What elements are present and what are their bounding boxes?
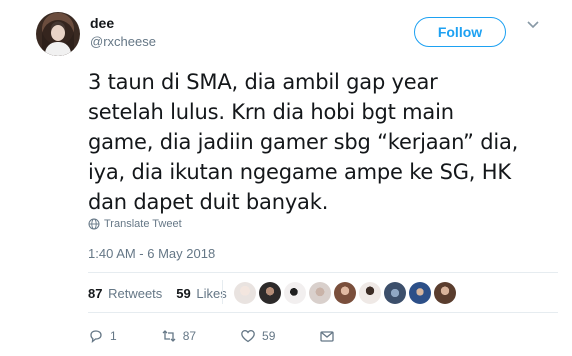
tweet-stats: 87 Retweets 59 Likes bbox=[88, 286, 227, 301]
liker-avatars bbox=[234, 282, 456, 304]
divider bbox=[88, 312, 558, 313]
retweet-icon bbox=[162, 330, 176, 342]
retweets-stat[interactable]: 87 Retweets bbox=[88, 286, 162, 301]
reply-count: 1 bbox=[110, 329, 117, 343]
tweet-line: dan dapet duit banyak. bbox=[88, 190, 329, 214]
divider bbox=[88, 272, 558, 273]
globe-icon bbox=[88, 218, 100, 230]
tweet-timestamp[interactable]: 1:40 AM - 6 May 2018 bbox=[88, 246, 215, 261]
like-button[interactable]: 59 bbox=[240, 328, 275, 344]
liker-avatar[interactable] bbox=[234, 282, 256, 304]
tweet-line: 3 taun di SMA, dia ambil gap year bbox=[88, 70, 438, 94]
liker-avatar[interactable] bbox=[334, 282, 356, 304]
tweet-actions: 1 87 59 bbox=[88, 328, 379, 344]
retweets-count: 87 bbox=[88, 286, 103, 301]
heart-icon bbox=[241, 329, 255, 343]
divider bbox=[222, 280, 223, 304]
share-button[interactable] bbox=[319, 328, 335, 344]
liker-avatar[interactable] bbox=[384, 282, 406, 304]
chevron-down-icon[interactable] bbox=[526, 18, 540, 32]
liker-avatar[interactable] bbox=[309, 282, 331, 304]
retweet-button[interactable]: 87 bbox=[161, 328, 196, 344]
translate-tweet-link[interactable]: Translate Tweet bbox=[88, 218, 182, 230]
user-handle[interactable]: @rxcheese bbox=[90, 34, 156, 49]
tweet-text: 3 taun di SMA, dia ambil gap year setela… bbox=[88, 67, 558, 217]
liker-avatar[interactable] bbox=[409, 282, 431, 304]
likes-stat[interactable]: 59 Likes bbox=[176, 286, 226, 301]
tweet-line: setelah lulus. Krn dia hobi bgt main bbox=[88, 100, 454, 124]
reply-button[interactable]: 1 bbox=[88, 328, 117, 344]
user-avatar[interactable] bbox=[36, 12, 80, 56]
reply-icon bbox=[90, 330, 102, 344]
liker-avatar[interactable] bbox=[259, 282, 281, 304]
avatar-face bbox=[51, 25, 65, 41]
follow-button[interactable]: Follow bbox=[414, 17, 506, 47]
like-count: 59 bbox=[262, 329, 276, 343]
envelope-icon bbox=[320, 331, 335, 342]
tweet-line: game, dia jadiin gamer sbg “kerjaan” dia… bbox=[88, 130, 519, 154]
tweet-line: iya, dia ikutan ngegame ampe ke SG, HK bbox=[88, 160, 511, 184]
liker-avatar[interactable] bbox=[434, 282, 456, 304]
display-name[interactable]: dee bbox=[90, 15, 114, 31]
likes-count: 59 bbox=[176, 286, 191, 301]
retweet-count: 87 bbox=[182, 329, 197, 343]
retweets-label: Retweets bbox=[108, 286, 163, 301]
translate-label: Translate Tweet bbox=[104, 218, 182, 230]
liker-avatar[interactable] bbox=[359, 282, 381, 304]
liker-avatar[interactable] bbox=[284, 282, 306, 304]
